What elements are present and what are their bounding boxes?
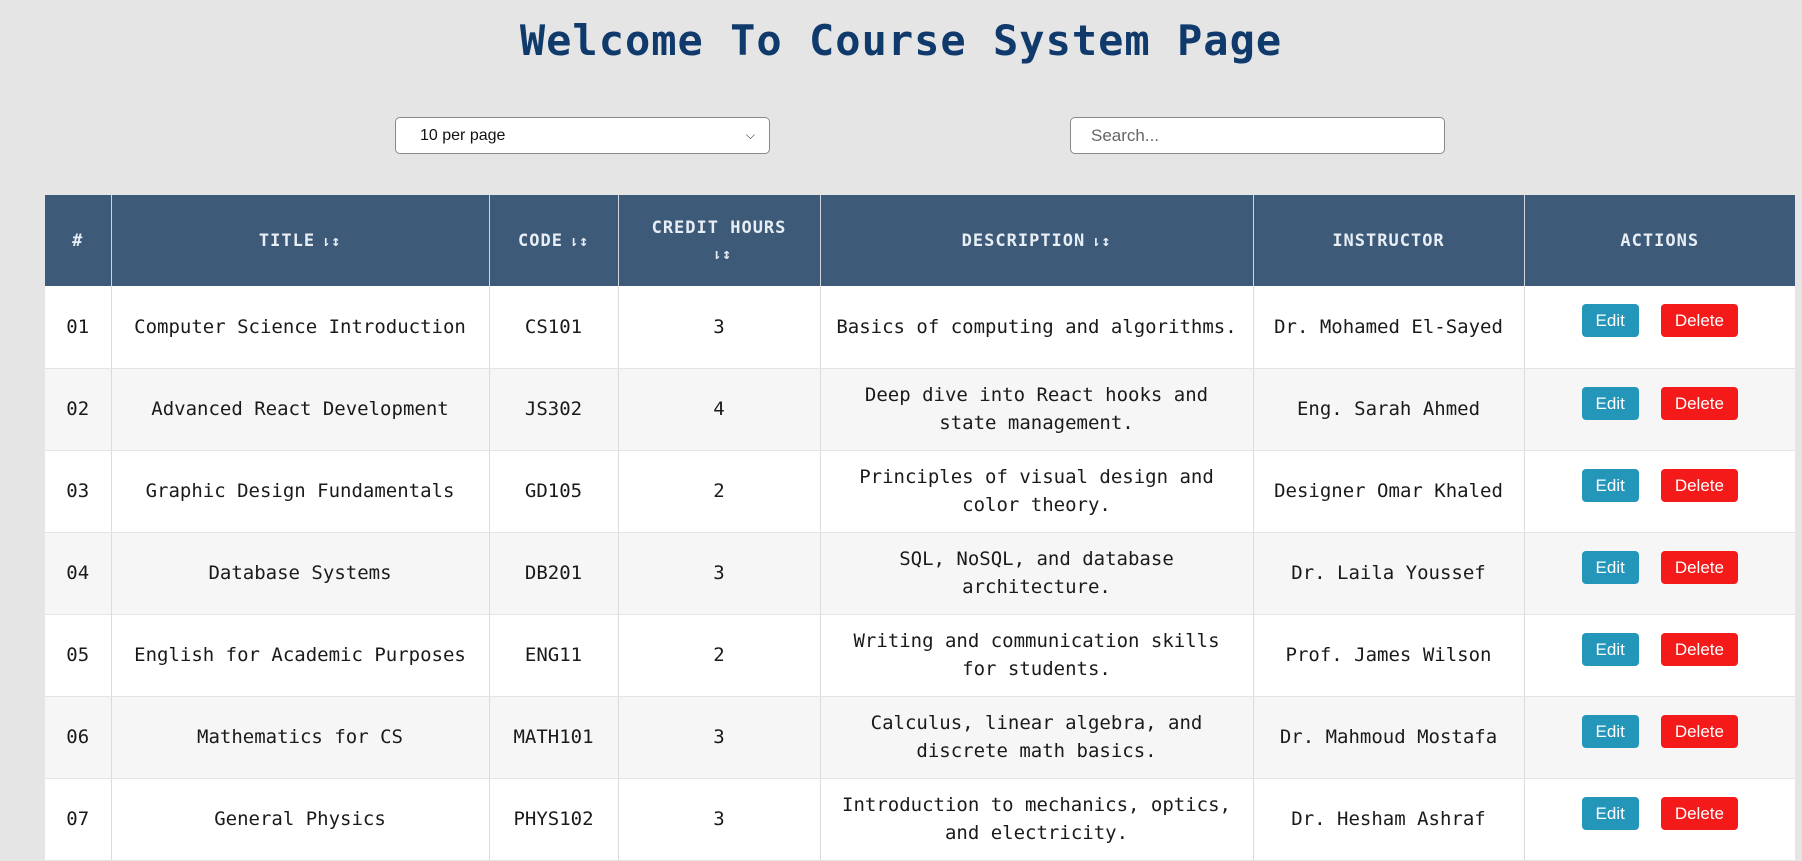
cell-num: 02	[45, 368, 112, 451]
cell-title: Database Systems	[111, 532, 490, 615]
cell-code: DB201	[489, 532, 619, 615]
cell-credit-hours: 2	[618, 450, 821, 533]
edit-button[interactable]: Edit	[1581, 386, 1639, 420]
cell-code: PHYS102	[489, 778, 619, 861]
cell-instructor: Dr. Mohamed El-Sayed	[1253, 286, 1525, 369]
delete-button[interactable]: Delete	[1660, 550, 1738, 584]
delete-button[interactable]: Delete	[1660, 468, 1738, 502]
cell-code: GD105	[489, 450, 619, 533]
chevron-down-icon: ⌵	[745, 128, 755, 142]
col-header-code[interactable]: CODE ⇂↕	[489, 195, 619, 286]
col-header-instructor: INSTRUCTOR	[1253, 195, 1525, 286]
cell-num: 06	[45, 696, 112, 779]
cell-instructor: Dr. Hesham Ashraf	[1253, 778, 1525, 861]
cell-num: 03	[45, 450, 112, 533]
col-header-num: #	[45, 195, 112, 286]
sort-icon[interactable]: ⇂↕	[569, 232, 589, 250]
col-header-title[interactable]: TITLE ⇂↕	[111, 195, 490, 286]
cell-title: Graphic Design Fundamentals	[111, 450, 490, 533]
sort-icon[interactable]: ⇂↕	[321, 232, 341, 250]
cell-num: 07	[45, 778, 112, 861]
page-title: Welcome To Course System Page	[519, 16, 1283, 65]
cell-title: Computer Science Introduction	[111, 286, 490, 369]
per-page-select[interactable]: 10 per page ⌵	[395, 117, 770, 154]
cell-description: Basics of computing and algorithms.	[820, 286, 1254, 369]
delete-button[interactable]: Delete	[1660, 304, 1738, 338]
cell-code: JS302	[489, 368, 619, 451]
sort-icon[interactable]: ⇂↕	[1091, 232, 1111, 250]
cell-actions: Edit Delete	[1524, 450, 1795, 533]
cell-description: Deep dive into React hooks and state man…	[820, 368, 1254, 451]
table-row: 06 Mathematics for CS MATH101 3 Calculus, li…	[45, 696, 1795, 779]
cell-actions: Edit Delete	[1524, 368, 1795, 451]
search-input[interactable]	[1070, 117, 1445, 154]
cell-description: SQL, NoSQL, and database architecture.	[820, 532, 1254, 615]
cell-num: 01	[45, 286, 112, 369]
courses-table: # TITLE ⇂↕ CODE ⇂↕ CREDIT HOURS ⇂↕ DESCRIPT…	[45, 195, 1795, 861]
edit-button[interactable]: Edit	[1581, 468, 1639, 502]
cell-num: 04	[45, 532, 112, 615]
cell-num: 05	[45, 614, 112, 697]
edit-button[interactable]: Edit	[1581, 796, 1639, 830]
delete-button[interactable]: Delete	[1660, 632, 1738, 666]
cell-actions: Edit Delete	[1524, 778, 1795, 861]
edit-button[interactable]: Edit	[1581, 550, 1639, 584]
cell-title: Advanced React Development	[111, 368, 490, 451]
table-row: 02 Advanced React Development JS302 4 Deep d…	[45, 368, 1795, 451]
per-page-value: 10 per page	[420, 126, 506, 144]
table-row: 05 English for Academic Purposes ENG11 2 Wri…	[45, 614, 1795, 697]
edit-button[interactable]: Edit	[1581, 714, 1639, 748]
col-header-actions: ACTIONS	[1524, 195, 1795, 286]
table-header-row: # TITLE ⇂↕ CODE ⇂↕ CREDIT HOURS ⇂↕ DESCRIPT…	[45, 195, 1795, 286]
cell-credit-hours: 3	[618, 532, 821, 615]
col-header-description[interactable]: DESCRIPTION ⇂↕	[820, 195, 1254, 286]
cell-title: General Physics	[111, 778, 490, 861]
cell-credit-hours: 3	[618, 696, 821, 779]
cell-instructor: Designer Omar Khaled	[1253, 450, 1525, 533]
cell-instructor: Prof. James Wilson	[1253, 614, 1525, 697]
table-row: 01 Computer Science Introduction CS101 3 Bas…	[45, 286, 1795, 369]
cell-code: CS101	[489, 286, 619, 369]
cell-credit-hours: 2	[618, 614, 821, 697]
delete-button[interactable]: Delete	[1660, 386, 1738, 420]
table-row: 03 Graphic Design Fundamentals GD105 2 Princ…	[45, 450, 1795, 533]
cell-description: Principles of visual design and color th…	[820, 450, 1254, 533]
cell-instructor: Eng. Sarah Ahmed	[1253, 368, 1525, 451]
cell-title: English for Academic Purposes	[111, 614, 490, 697]
edit-button[interactable]: Edit	[1581, 304, 1639, 338]
delete-button[interactable]: Delete	[1660, 796, 1738, 830]
cell-credit-hours: 4	[618, 368, 821, 451]
cell-actions: Edit Delete	[1524, 614, 1795, 697]
cell-instructor: Dr. Laila Youssef	[1253, 532, 1525, 615]
cell-description: Writing and communication skills for stu…	[820, 614, 1254, 697]
cell-credit-hours: 3	[618, 778, 821, 861]
cell-instructor: Dr. Mahmoud Mostafa	[1253, 696, 1525, 779]
edit-button[interactable]: Edit	[1581, 632, 1639, 666]
table-row: 07 General Physics PHYS102 3 Introduction to…	[45, 778, 1795, 861]
cell-actions: Edit Delete	[1524, 532, 1795, 615]
cell-actions: Edit Delete	[1524, 696, 1795, 779]
table-row: 04 Database Systems DB201 3 SQL, NoSQL, and …	[45, 532, 1795, 615]
cell-actions: Edit Delete	[1524, 286, 1795, 369]
cell-code: ENG11	[489, 614, 619, 697]
cell-title: Mathematics for CS	[111, 696, 490, 779]
sort-icon[interactable]: ⇂↕	[712, 245, 732, 263]
cell-code: MATH101	[489, 696, 619, 779]
cell-description: Calculus, linear algebra, and discrete m…	[820, 696, 1254, 779]
delete-button[interactable]: Delete	[1660, 714, 1738, 748]
cell-description: Introduction to mechanics, optics, and e…	[820, 778, 1254, 861]
col-header-credit-hours[interactable]: CREDIT HOURS ⇂↕	[618, 195, 821, 286]
cell-credit-hours: 3	[618, 286, 821, 369]
